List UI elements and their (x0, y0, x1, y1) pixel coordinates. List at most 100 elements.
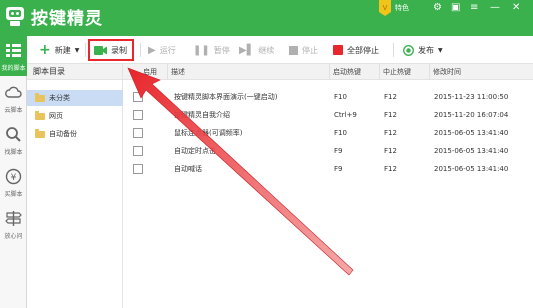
gear-icon[interactable]: ⚙ (433, 3, 442, 13)
tree-header: 脚本目录 (27, 64, 122, 80)
menu-dropdown-icon[interactable]: ≡ (470, 3, 478, 13)
chevron-down-icon: ▼ (438, 46, 443, 54)
app-logo-icon (6, 7, 24, 26)
toolbar-divider (393, 43, 394, 57)
enable-checkbox[interactable] (133, 128, 143, 138)
stop-all-icon (333, 45, 343, 55)
nav-item-ask[interactable]: 放心问 (0, 204, 27, 244)
publish-icon (403, 44, 414, 56)
stop-hotkey: F12 (384, 147, 397, 155)
column-header-modified-time[interactable]: 修改时间 (429, 64, 533, 80)
folder-icon (35, 92, 45, 102)
tree-item-webpage[interactable]: 网页 (27, 108, 123, 124)
run-button[interactable]: ▶ 运行 (148, 42, 176, 58)
modified-time: 2015-11-23 11:00:50 (434, 93, 509, 101)
resume-button[interactable]: ▶▌ 继续 (239, 42, 274, 58)
title-bar: 按键精灵 V 特色 ⚙ ▣ ≡ — ✕ (0, 0, 533, 36)
plus-icon: + (39, 42, 51, 58)
publish-button[interactable]: 发布 ▼ (403, 42, 443, 58)
table-row[interactable]: 自动定时点击 F9 F12 2015-06-05 13:41:40 (123, 142, 533, 160)
publish-label: 发布 (418, 45, 434, 55)
stop-hotkey: F12 (384, 111, 397, 119)
folder-icon (35, 128, 45, 138)
stop-button[interactable]: 停止 (289, 42, 318, 58)
enable-checkbox[interactable] (133, 92, 143, 102)
nav-label: 放心问 (4, 233, 23, 240)
new-button[interactable]: + 新建 ▼ (39, 42, 79, 58)
enable-checkbox[interactable] (133, 164, 143, 174)
cloud-icon (5, 86, 22, 98)
skin-icon[interactable]: ▣ (451, 3, 460, 13)
nav-label: 买脚本 (4, 191, 23, 198)
record-highlight-box (88, 39, 134, 61)
script-description: 鼠标连点器(可调频率) (174, 129, 243, 137)
column-header-enable[interactable]: 启用 (123, 64, 167, 80)
nav-item-cloud-scripts[interactable]: 云脚本 (0, 78, 27, 118)
modified-time: 2015-11-20 16:07:04 (434, 111, 509, 119)
nav-item-find-scripts[interactable]: 找脚本 (0, 120, 27, 160)
vip-badge-icon[interactable]: V (378, 0, 392, 16)
toolbar-divider (140, 43, 141, 57)
signpost-icon (5, 211, 22, 226)
app-title: 按键精灵 (31, 9, 103, 29)
svg-text:V: V (383, 4, 388, 12)
pause-icon: ❚❚ (193, 44, 210, 56)
stop-all-label: 全部停止 (347, 45, 379, 55)
modified-time: 2015-06-05 13:41:40 (434, 129, 509, 137)
chevron-down-icon: ▼ (74, 46, 80, 54)
tree-item-auto-backup[interactable]: 自动备份 (27, 126, 123, 142)
start-hotkey: Ctrl+9 (334, 111, 357, 119)
stop-hotkey: F12 (384, 165, 397, 173)
close-icon[interactable]: ✕ (512, 3, 520, 13)
stop-hotkey: F12 (384, 93, 397, 101)
enable-checkbox[interactable] (133, 146, 143, 156)
search-icon (6, 127, 21, 142)
table-row[interactable]: 鼠标连点器(可调频率) F10 F12 2015-06-05 13:41:40 (123, 124, 533, 142)
play-icon: ▶ (148, 44, 156, 56)
stop-hotkey: F12 (384, 129, 397, 137)
script-description: 按键精灵脚本界面演示(一键启动) (174, 93, 278, 101)
nav-item-buy-scripts[interactable]: ¥ 买脚本 (0, 162, 27, 202)
table-row[interactable]: 自动喊话 F9 F12 2015-06-05 13:41:40 (123, 160, 533, 178)
pause-button[interactable]: ❚❚ 暂停 (193, 42, 230, 58)
run-label: 运行 (159, 45, 176, 55)
column-header-stop-hotkey[interactable]: 中止热键 (379, 64, 429, 80)
folder-icon (35, 110, 45, 120)
script-description: 自动喊话 (174, 165, 202, 173)
start-hotkey: F9 (334, 147, 343, 155)
toolbar-divider (85, 43, 86, 57)
tree-item-label: 网页 (49, 112, 63, 120)
pause-label: 暂停 (213, 45, 230, 55)
modified-time: 2015-06-05 13:41:40 (434, 165, 509, 173)
enable-checkbox[interactable] (133, 110, 143, 120)
left-nav: 我的脚本 云脚本 找脚本 ¥ 买脚本 放心问 (0, 36, 27, 308)
toolbar: + 新建 ▼ 录制 ▶ 运行 ❚❚ 暂停 ▶▌ 继续 停止 全部停止 发布 ▼ (27, 36, 533, 64)
column-header-start-hotkey[interactable]: 启动热键 (329, 64, 379, 80)
new-label: 新建 (54, 45, 71, 55)
column-header-description[interactable]: 描述 (167, 64, 329, 80)
resume-label: 继续 (258, 45, 275, 55)
nav-label: 找脚本 (4, 149, 23, 156)
nav-item-my-scripts[interactable]: 我的脚本 (0, 36, 27, 76)
stop-icon (289, 45, 298, 55)
menu-icon (6, 44, 21, 57)
resume-icon: ▶▌ (239, 44, 255, 56)
nav-label: 云脚本 (4, 107, 23, 114)
minimize-icon[interactable]: — (490, 3, 500, 13)
script-description: 自动定时点击 (174, 147, 216, 155)
tree-item-label: 自动备份 (49, 130, 77, 138)
script-table: 启用 描述 启动热键 中止热键 修改时间 按键精灵脚本界面演示(一键启动) F1… (123, 64, 533, 308)
tree-item-uncategorized[interactable]: 未分类 (27, 90, 123, 106)
nav-label: 我的脚本 (1, 65, 26, 72)
svg-text:¥: ¥ (11, 173, 17, 183)
start-hotkey: F10 (334, 129, 347, 137)
money-icon: ¥ (5, 168, 22, 185)
start-hotkey: F9 (334, 165, 343, 173)
table-row[interactable]: 按键精灵脚本界面演示(一键启动) F10 F12 2015-11-23 11:0… (123, 88, 533, 106)
stop-all-button[interactable]: 全部停止 (333, 42, 379, 58)
table-row[interactable]: 按键精灵自我介绍 Ctrl+9 F12 2015-11-20 16:07:04 (123, 106, 533, 124)
vip-label[interactable]: 特色 (395, 3, 409, 13)
stop-label: 停止 (302, 45, 318, 55)
start-hotkey: F10 (334, 93, 347, 101)
script-directory-panel: 脚本目录 未分类 网页 自动备份 (27, 64, 123, 308)
